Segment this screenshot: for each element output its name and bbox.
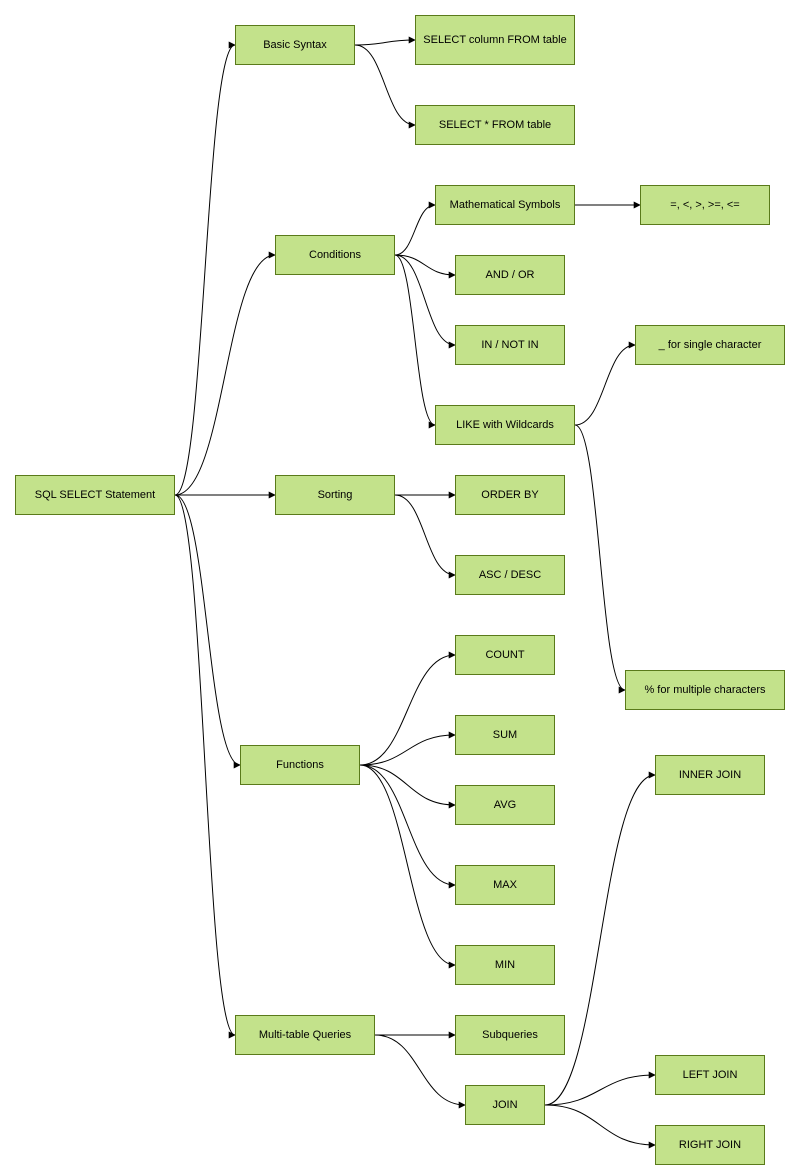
edge-root-func: [175, 495, 240, 765]
node-basic: Basic Syntax: [235, 25, 355, 65]
node-selstar: SELECT * FROM table: [415, 105, 575, 145]
edge-basic-selcol: [355, 40, 415, 45]
edge-sort-ascdesc: [395, 495, 455, 575]
node-root: SQL SELECT Statement: [15, 475, 175, 515]
edge-root-multi: [175, 495, 235, 1035]
node-andor: AND / OR: [455, 255, 565, 295]
node-max: MAX: [455, 865, 555, 905]
node-mathsym: =, <, >, >=, <=: [640, 185, 770, 225]
edge-func-avg: [360, 765, 455, 805]
node-leftj: LEFT JOIN: [655, 1055, 765, 1095]
edge-join-rightj: [545, 1105, 655, 1145]
node-sort: Sorting: [275, 475, 395, 515]
edge-multi-join: [375, 1035, 465, 1105]
node-selcol: SELECT column FROM table: [415, 15, 575, 65]
edge-func-max: [360, 765, 455, 885]
node-math: Mathematical Symbols: [435, 185, 575, 225]
node-like: LIKE with Wildcards: [435, 405, 575, 445]
edge-root-cond: [175, 255, 275, 495]
edge-func-min: [360, 765, 455, 965]
edge-cond-math: [395, 205, 435, 255]
edge-cond-in: [395, 255, 455, 345]
node-rightj: RIGHT JOIN: [655, 1125, 765, 1165]
node-orderby: ORDER BY: [455, 475, 565, 515]
node-func: Functions: [240, 745, 360, 785]
node-min: MIN: [455, 945, 555, 985]
edge-cond-andor: [395, 255, 455, 275]
edge-root-basic: [175, 45, 235, 495]
edge-like-wild2: [575, 425, 625, 690]
node-sum: SUM: [455, 715, 555, 755]
edge-join-inner: [545, 775, 655, 1105]
edge-basic-selstar: [355, 45, 415, 125]
node-wild1: _ for single character: [635, 325, 785, 365]
node-count: COUNT: [455, 635, 555, 675]
node-subq: Subqueries: [455, 1015, 565, 1055]
node-join: JOIN: [465, 1085, 545, 1125]
edge-like-wild1: [575, 345, 635, 425]
node-wild2: % for multiple characters: [625, 670, 785, 710]
edge-join-leftj: [545, 1075, 655, 1105]
node-in: IN / NOT IN: [455, 325, 565, 365]
node-inner: INNER JOIN: [655, 755, 765, 795]
node-cond: Conditions: [275, 235, 395, 275]
edge-func-count: [360, 655, 455, 765]
diagram-edges: [0, 0, 800, 1175]
node-avg: AVG: [455, 785, 555, 825]
edge-cond-like: [395, 255, 435, 425]
node-multi: Multi-table Queries: [235, 1015, 375, 1055]
node-ascdesc: ASC / DESC: [455, 555, 565, 595]
edge-func-sum: [360, 735, 455, 765]
